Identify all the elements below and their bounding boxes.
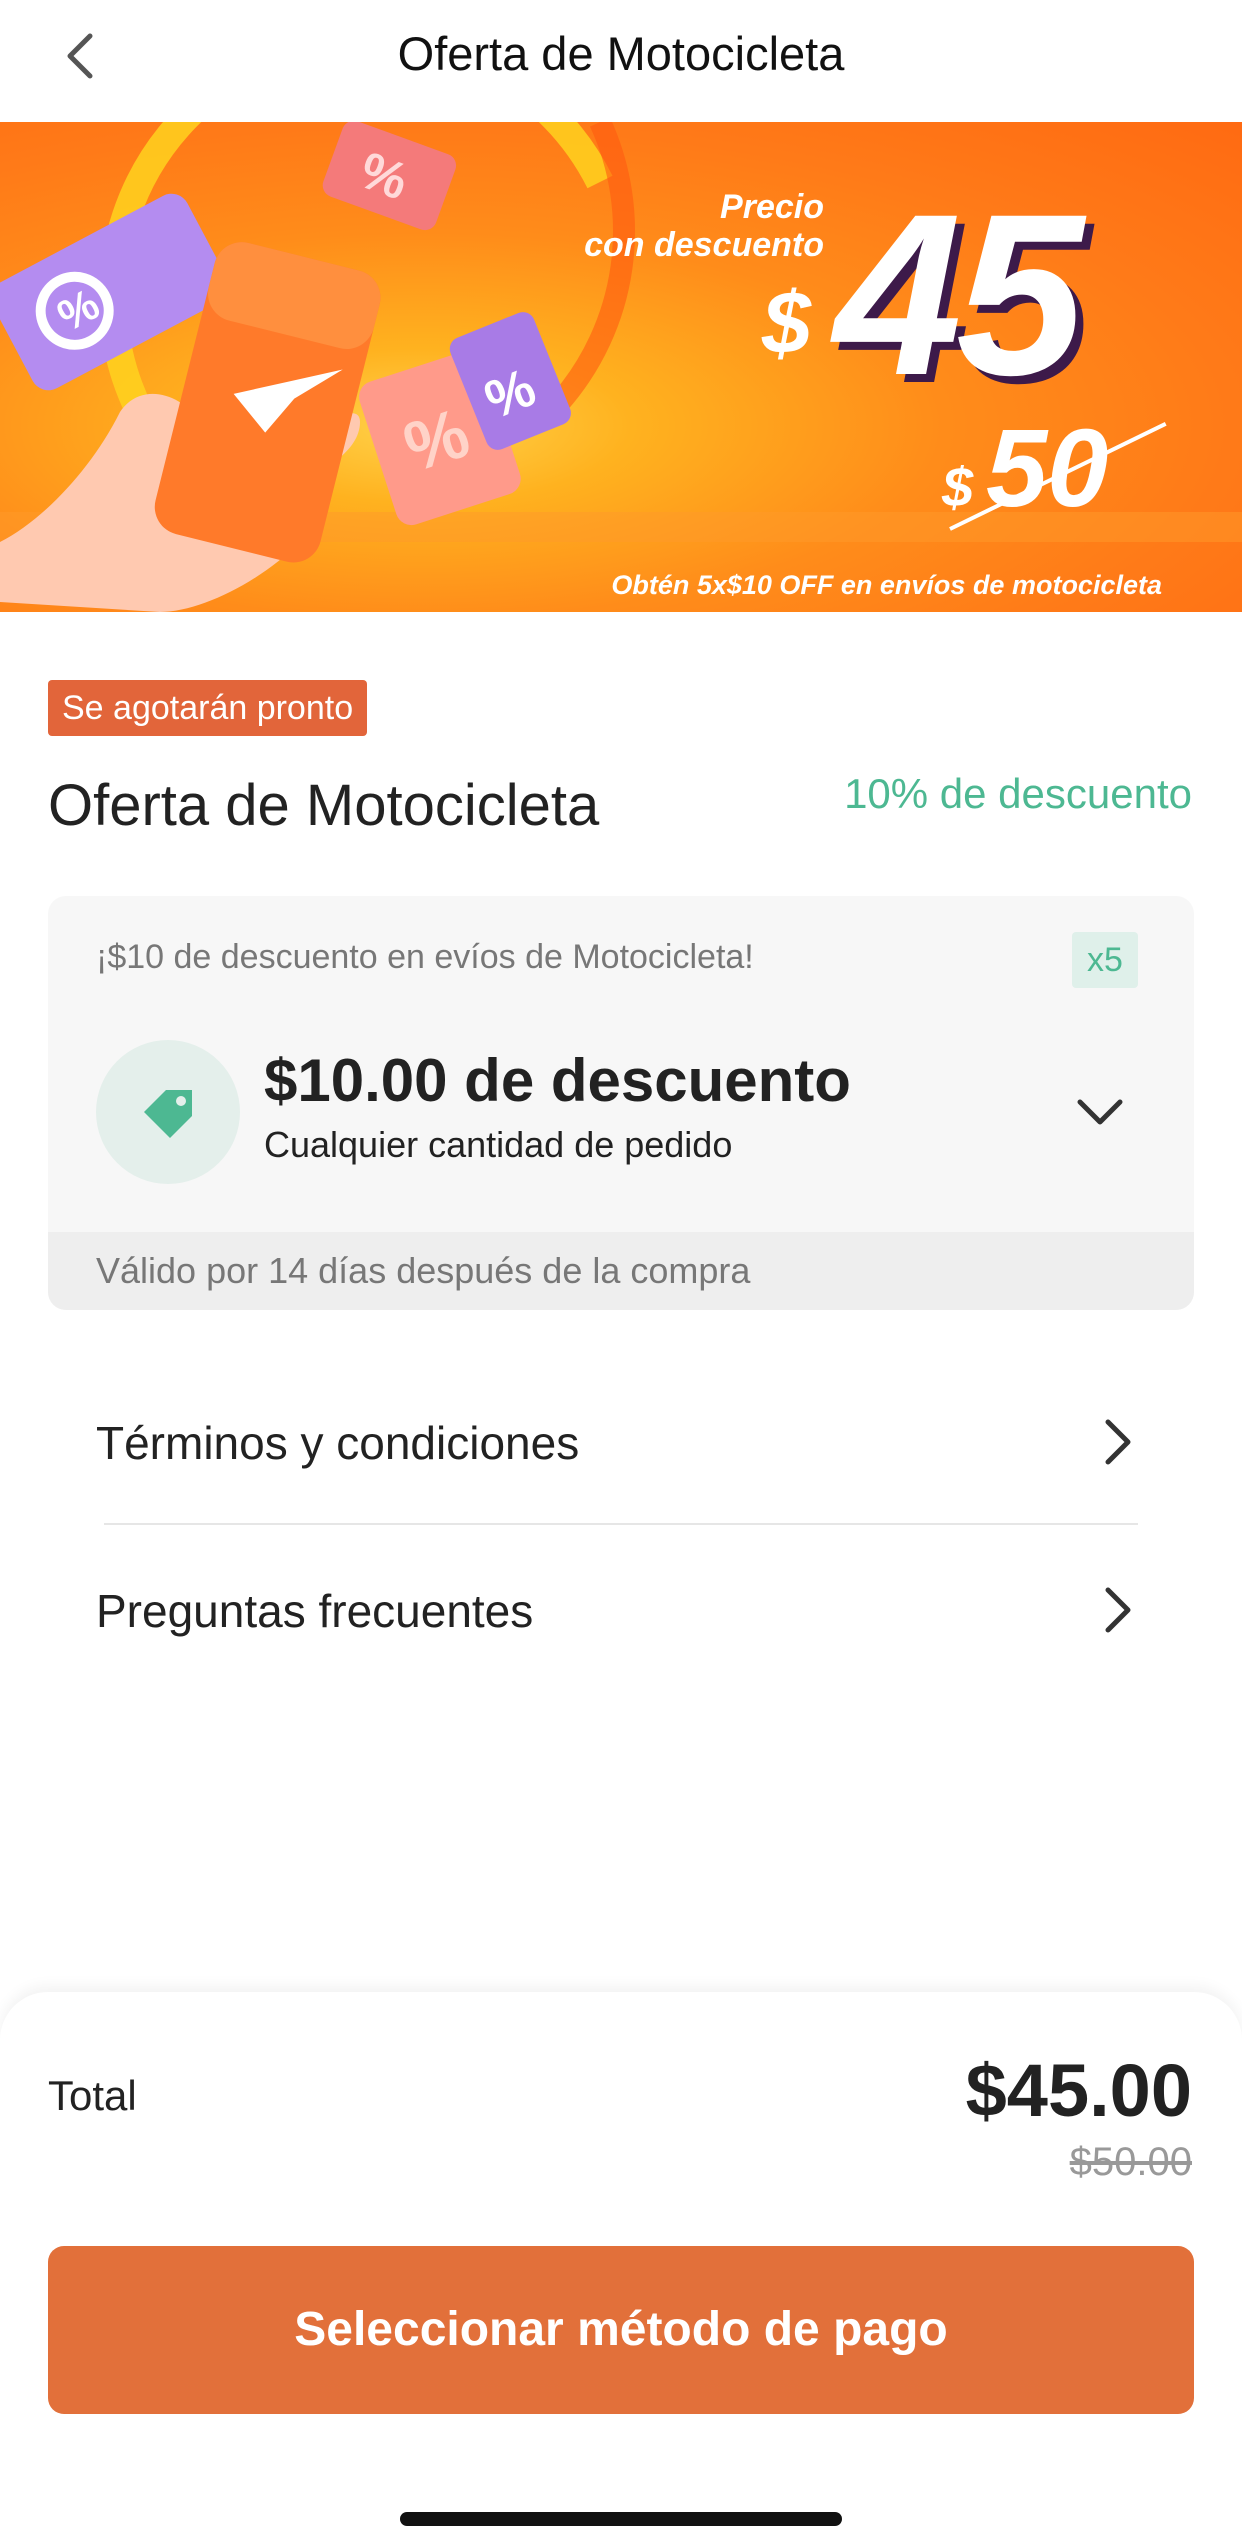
discount-percent: 10% de descuento — [844, 770, 1192, 817]
promo-label-line2: con descuento — [584, 226, 824, 264]
tag-icon-circle — [96, 1040, 240, 1184]
promo-old-currency: $ — [942, 455, 974, 518]
chevron-right-icon — [1105, 1419, 1131, 1465]
offer-title: Oferta de Motocicleta — [48, 773, 600, 838]
promo-label: Precio con descuento — [584, 188, 824, 264]
coupon-quantity-badge: x5 — [1072, 932, 1138, 988]
terms-label: Términos y condiciones — [96, 1417, 580, 1469]
status-badge: Se agotarán pronto — [48, 680, 368, 736]
percent-coupon-icon: % — [322, 122, 457, 231]
page-title: Oferta de Motocicleta — [397, 27, 845, 80]
total-label: Total — [48, 2072, 137, 2119]
coupon-description: ¡$10 de descuento en evíos de Motociclet… — [96, 938, 754, 976]
coupon-condition: Cualquier cantidad de pedido — [264, 1124, 733, 1165]
faq-row[interactable]: Preguntas frecuentes — [96, 1536, 1146, 1686]
faq-label: Preguntas frecuentes — [96, 1585, 534, 1637]
coupon-validity: Válido por 14 días después de la compra — [96, 1250, 751, 1291]
chevron-right-icon — [1105, 1587, 1131, 1633]
promo-price: 45 — [834, 166, 1084, 423]
top-bar: Oferta de Motocicleta — [0, 0, 1242, 122]
original-price: $50.00 — [1069, 2140, 1192, 2184]
total-price: $45.00 — [965, 2049, 1192, 2132]
promo-currency: $ — [762, 273, 811, 372]
tag-icon — [144, 1090, 192, 1138]
promo-label-line1: Precio — [720, 188, 824, 226]
terms-row[interactable]: Términos y condiciones — [96, 1368, 1146, 1518]
coupon-card[interactable]: ¡$10 de descuento en evíos de Motociclet… — [48, 896, 1194, 1310]
checkout-panel: Total $45.00 $50.00 Seleccionar método d… — [0, 1992, 1242, 2545]
home-indicator — [400, 2512, 842, 2526]
promo-banner: % % % % Precio con descuento $ 45 $ 50 O — [0, 122, 1242, 612]
coupon-amount: $10.00 de descuento — [264, 1047, 851, 1114]
divider — [104, 1523, 1138, 1525]
select-payment-button[interactable]: Seleccionar método de pago — [48, 2246, 1194, 2414]
coupon-footer: Válido por 14 días después de la compra — [48, 1232, 1194, 1310]
banner-footer: Obtén 5x$10 OFF en envíos de motocicleta — [611, 570, 1162, 600]
chevron-down-icon[interactable] — [1070, 1082, 1130, 1142]
promo-old-price: 50 — [986, 407, 1109, 530]
